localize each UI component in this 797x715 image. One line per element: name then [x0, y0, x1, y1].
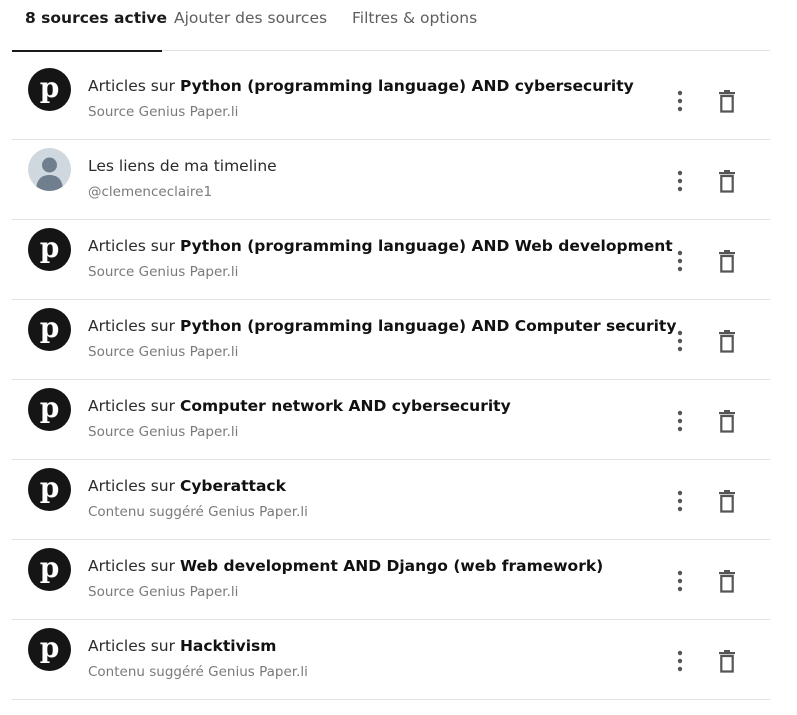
source-title-prefix: Articles sur [88, 317, 180, 335]
more-options-button[interactable] [669, 488, 691, 514]
paperli-letter: p [39, 231, 60, 264]
source-topic: Cyberattack [179, 477, 286, 495]
more-options-button[interactable] [669, 248, 691, 274]
source-title: Articles sur Computer network AND cybers… [88, 397, 511, 415]
tab-bar: 8 sources active Ajouter des sources Fil… [12, 0, 770, 52]
sources-panel: 8 sources active Ajouter des sources Fil… [0, 0, 797, 715]
source-row: p Articles sur Python (programming langu… [12, 60, 770, 140]
more-vertical-icon [677, 90, 683, 112]
more-options-button[interactable] [669, 648, 691, 674]
trash-icon [719, 490, 735, 513]
tab-active-sources[interactable]: 8 sources active [12, 0, 168, 52]
source-title-prefix: Articles sur [88, 557, 180, 575]
paperli-letter: p [39, 631, 60, 664]
delete-source-button[interactable] [715, 568, 739, 594]
paperli-letter: p [39, 391, 60, 424]
source-title: Articles sur Web development AND Django … [88, 557, 603, 575]
source-subtitle: Source Genius Paper.li [88, 424, 239, 440]
source-row: p Articles sur Cyberattack Contenu suggé… [12, 460, 770, 540]
source-title: Les liens de ma timeline [88, 157, 277, 175]
source-topic: Python (programming language) AND Comput… [179, 317, 677, 335]
source-subtitle: Contenu suggéré Genius Paper.li [88, 664, 308, 680]
more-options-button[interactable] [669, 408, 691, 434]
source-title-prefix: Articles sur [88, 237, 180, 255]
source-topic: Python (programming language) AND cybers… [179, 77, 634, 95]
paperli-letter: p [39, 551, 60, 584]
source-title-prefix: Les liens de ma timeline [88, 157, 277, 175]
source-row: p Articles sur Python (programming langu… [12, 220, 770, 300]
delete-source-button[interactable] [715, 248, 739, 274]
trash-icon [719, 170, 735, 193]
active-tab-underline [12, 50, 162, 52]
delete-source-button[interactable] [715, 88, 739, 114]
source-row: p Articles sur Hacktivism Contenu suggér… [12, 620, 770, 700]
source-title-prefix: Articles sur [88, 397, 180, 415]
trash-icon [719, 570, 735, 593]
source-row: p Articles sur Web development AND Djang… [12, 540, 770, 620]
paperli-letter: p [39, 71, 60, 104]
source-title: Articles sur Python (programming languag… [88, 317, 676, 335]
source-subtitle: Source Genius Paper.li [88, 264, 239, 280]
delete-source-button[interactable] [715, 328, 739, 354]
more-vertical-icon [677, 650, 683, 672]
more-vertical-icon [677, 490, 683, 512]
more-vertical-icon [677, 330, 683, 352]
source-subtitle: @clemenceclaire1 [88, 184, 213, 200]
tab-label: Filtres & options [352, 9, 478, 27]
source-topic: Computer network AND cybersecurity [179, 397, 511, 415]
paperli-letter: p [39, 471, 60, 504]
delete-source-button[interactable] [715, 168, 739, 194]
tab-add-sources[interactable]: Ajouter des sources [174, 0, 327, 51]
more-vertical-icon [677, 410, 683, 432]
source-title-prefix: Articles sur [88, 637, 180, 655]
delete-source-button[interactable] [715, 488, 739, 514]
paperli-logo: p [28, 628, 71, 671]
tab-label: 8 sources active [25, 9, 168, 27]
trash-icon [719, 250, 735, 273]
paperli-letter: p [39, 311, 60, 344]
source-subtitle: Source Genius Paper.li [88, 104, 239, 120]
user-avatar [28, 148, 71, 191]
paperli-logo: p [28, 388, 71, 431]
source-subtitle: Contenu suggéré Genius Paper.li [88, 504, 308, 520]
trash-icon [719, 650, 735, 673]
source-row: Les liens de ma timeline @clemenceclaire… [12, 140, 770, 220]
source-title: Articles sur Hacktivism [88, 637, 276, 655]
source-topic: Hacktivism [179, 637, 277, 655]
more-vertical-icon [677, 570, 683, 592]
more-options-button[interactable] [669, 168, 691, 194]
source-title-prefix: Articles sur [88, 77, 180, 95]
person-silhouette-icon [36, 157, 63, 191]
source-row: p Articles sur Computer network AND cybe… [12, 380, 770, 460]
tab-label: Ajouter des sources [174, 9, 328, 27]
paperli-logo: p [28, 308, 71, 351]
paperli-logo: p [28, 228, 71, 271]
source-title: Articles sur Python (programming languag… [88, 237, 673, 255]
tab-filters-options[interactable]: Filtres & options [352, 0, 477, 51]
delete-source-button[interactable] [715, 408, 739, 434]
source-title: Articles sur Cyberattack [88, 477, 286, 495]
source-title: Articles sur Python (programming languag… [88, 77, 634, 95]
source-list: p Articles sur Python (programming langu… [12, 60, 770, 700]
delete-source-button[interactable] [715, 648, 739, 674]
trash-icon [719, 90, 735, 113]
paperli-logo: p [28, 468, 71, 511]
source-subtitle: Source Genius Paper.li [88, 584, 239, 600]
more-options-button[interactable] [669, 568, 691, 594]
more-vertical-icon [677, 250, 683, 272]
source-topic: Web development AND Django (web framewor… [179, 557, 604, 575]
trash-icon [719, 410, 735, 433]
source-title-prefix: Articles sur [88, 477, 180, 495]
paperli-logo: p [28, 548, 71, 591]
source-row: p Articles sur Python (programming langu… [12, 300, 770, 380]
more-options-button[interactable] [669, 328, 691, 354]
paperli-logo: p [28, 68, 71, 111]
more-options-button[interactable] [669, 88, 691, 114]
trash-icon [719, 330, 735, 353]
source-topic: Python (programming language) AND Web de… [179, 237, 673, 255]
more-vertical-icon [677, 170, 683, 192]
source-subtitle: Source Genius Paper.li [88, 344, 239, 360]
